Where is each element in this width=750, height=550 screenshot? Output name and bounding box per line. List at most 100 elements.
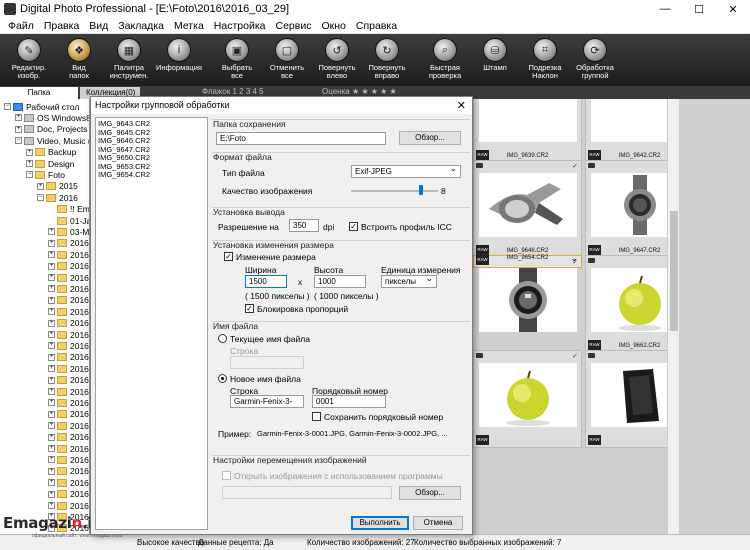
toolbar-button-11[interactable]: ⟳ Обработка группой bbox=[570, 34, 620, 86]
menu-item-0[interactable]: Файл bbox=[3, 20, 39, 32]
toolbar-button-5[interactable]: ▢ Отменить все bbox=[262, 34, 312, 86]
thumbnail-cell[interactable]: ✓ IMG_9654.CR2 RAW bbox=[473, 253, 582, 332]
tree-item[interactable]: + OS Windows8 ( bbox=[15, 112, 89, 123]
thumbnail-cell[interactable]: ✓IMG_9639.CR2RAW bbox=[473, 99, 582, 163]
expand-toggle[interactable]: + bbox=[37, 182, 44, 190]
tree-item[interactable]: +2016 bbox=[48, 500, 89, 511]
expand-toggle[interactable]: + bbox=[48, 239, 55, 247]
tree-item[interactable]: +2016 bbox=[48, 375, 89, 386]
expand-toggle[interactable]: + bbox=[48, 342, 55, 350]
expand-toggle[interactable]: + bbox=[48, 353, 55, 361]
close-window-button[interactable]: ✕ bbox=[716, 0, 750, 18]
menu-item-5[interactable]: Настройка bbox=[209, 20, 271, 32]
tree-item[interactable]: +2016 bbox=[48, 466, 89, 477]
expand-toggle[interactable]: + bbox=[48, 262, 55, 270]
expand-toggle[interactable]: − bbox=[26, 171, 33, 179]
run-button[interactable]: Выполнить bbox=[351, 516, 409, 530]
toolbar-button-4[interactable]: ▣ Выбрать все bbox=[212, 34, 262, 86]
expand-toggle[interactable]: − bbox=[37, 194, 44, 202]
expand-toggle[interactable]: + bbox=[48, 399, 55, 407]
thumbnail-cell[interactable]: ✓ RAW bbox=[473, 350, 582, 448]
toolbar-button-10[interactable]: ⌗ Подрезка Наклон bbox=[520, 34, 570, 86]
menu-item-4[interactable]: Метка bbox=[169, 20, 209, 32]
icc-checkbox[interactable]: ✓ bbox=[349, 222, 358, 231]
toolbar-button-3[interactable]: i Информация bbox=[154, 34, 204, 86]
scrollbar-thumb[interactable] bbox=[670, 211, 678, 331]
minimize-button[interactable]: — bbox=[648, 0, 682, 18]
expand-toggle[interactable]: − bbox=[15, 137, 22, 145]
check-mark-icon[interactable]: ✓ bbox=[572, 257, 578, 268]
expand-toggle[interactable]: + bbox=[48, 296, 55, 304]
tree-item[interactable]: +2016 bbox=[48, 363, 89, 374]
tree-item[interactable]: +2016 bbox=[48, 272, 89, 283]
tree-item[interactable]: +2016 bbox=[48, 306, 89, 317]
thumbnail-cell[interactable]: ✓ IMG_9646.CR2 RAW bbox=[473, 160, 582, 258]
menu-item-1[interactable]: Правка bbox=[39, 20, 84, 32]
expand-toggle[interactable]: + bbox=[48, 422, 55, 430]
expand-toggle[interactable]: + bbox=[48, 433, 55, 441]
expand-toggle[interactable]: + bbox=[15, 114, 22, 122]
toolbar-button-2[interactable]: ▦ Палитра инструмен. bbox=[104, 34, 154, 86]
tree-item[interactable]: +2016 bbox=[48, 454, 89, 465]
expand-toggle[interactable]: + bbox=[48, 490, 55, 498]
expand-toggle[interactable]: + bbox=[48, 365, 55, 373]
expand-toggle[interactable]: + bbox=[48, 285, 55, 293]
expand-toggle[interactable]: + bbox=[48, 410, 55, 418]
tree-item[interactable]: 01-Ja bbox=[48, 215, 89, 226]
dialog-close-button[interactable]: ✕ bbox=[457, 98, 466, 115]
menu-item-8[interactable]: Справка bbox=[351, 20, 402, 32]
tree-item[interactable]: − Video, Music (E bbox=[15, 135, 89, 146]
expand-toggle[interactable]: + bbox=[48, 228, 55, 236]
string-field[interactable]: Garmin-Fenix-3- bbox=[230, 395, 304, 408]
expand-toggle[interactable]: + bbox=[48, 479, 55, 487]
file-list[interactable]: IMG_9643.CR2 IMG_9645.CR2 IMG_9646.CR2 IMG_… bbox=[95, 117, 208, 530]
tree-item[interactable]: +2016 bbox=[48, 489, 89, 500]
toolbar-button-1[interactable]: ❖ Вид папок bbox=[54, 34, 104, 86]
expand-toggle[interactable]: + bbox=[26, 148, 33, 156]
current-name-radio[interactable] bbox=[218, 334, 227, 343]
thumbnail-scrollbar[interactable] bbox=[667, 99, 679, 534]
expand-toggle[interactable]: + bbox=[48, 445, 55, 452]
width-field[interactable]: 1500 bbox=[245, 275, 287, 288]
tree-item[interactable]: +2016 bbox=[48, 318, 89, 329]
save-path-field[interactable]: E:\Foto bbox=[216, 132, 386, 145]
program-browse-button[interactable]: Обзор... bbox=[399, 486, 461, 500]
tree-item[interactable]: +2016 bbox=[48, 386, 89, 397]
expand-toggle[interactable]: − bbox=[4, 103, 11, 110]
resolution-field[interactable]: 350 bbox=[289, 219, 319, 232]
expand-toggle[interactable]: + bbox=[48, 388, 55, 395]
maximize-button[interactable]: ☐ bbox=[682, 0, 716, 18]
tree-item[interactable]: +2016 bbox=[48, 409, 89, 420]
toolbar-button-9[interactable]: ⛁ Штамп bbox=[470, 34, 520, 86]
toolbar-button-6[interactable]: ↺ Повернуть влево bbox=[312, 34, 362, 86]
tree-item[interactable]: +2016 bbox=[48, 238, 89, 249]
tree-item[interactable]: +2016 bbox=[48, 477, 89, 488]
menu-item-6[interactable]: Сервис bbox=[271, 20, 317, 32]
file-list-item[interactable]: IMG_9654.CR2 bbox=[98, 170, 205, 180]
tree-item[interactable]: +2016 bbox=[48, 249, 89, 260]
open-with-checkbox[interactable] bbox=[222, 471, 231, 480]
tree-item[interactable]: + Doc, Projects (D bbox=[15, 124, 89, 135]
menu-item-2[interactable]: Вид bbox=[84, 20, 113, 32]
expand-toggle[interactable]: + bbox=[48, 308, 55, 316]
rating-filter[interactable]: Оценка ★ ★ ★ ★ ★ bbox=[322, 87, 397, 96]
flag-filter[interactable]: Флажок 1 2 3 4 5 bbox=[202, 87, 264, 96]
expand-toggle[interactable]: + bbox=[48, 251, 55, 259]
cancel-button[interactable]: Отмена bbox=[413, 516, 463, 530]
tree-item[interactable]: +2016 bbox=[48, 432, 89, 443]
menu-item-3[interactable]: Закладка bbox=[113, 20, 169, 32]
expand-toggle[interactable]: + bbox=[48, 331, 55, 338]
tree-item[interactable]: +2016 bbox=[48, 283, 89, 294]
expand-toggle[interactable]: + bbox=[48, 467, 55, 475]
expand-toggle[interactable]: + bbox=[48, 502, 55, 509]
expand-toggle[interactable]: + bbox=[15, 125, 22, 133]
quality-slider[interactable] bbox=[351, 190, 438, 192]
unit-select[interactable]: пикселы bbox=[381, 273, 437, 288]
new-name-radio[interactable] bbox=[218, 374, 227, 383]
tree-item[interactable]: +2016 bbox=[48, 295, 89, 306]
tree-item[interactable]: +2016 bbox=[48, 397, 89, 408]
tree-item[interactable]: +2015 bbox=[37, 181, 78, 192]
tree-item[interactable]: + Backup bbox=[26, 147, 76, 158]
tree-item[interactable]: + Design bbox=[26, 158, 74, 169]
expand-toggle[interactable]: + bbox=[26, 160, 33, 167]
